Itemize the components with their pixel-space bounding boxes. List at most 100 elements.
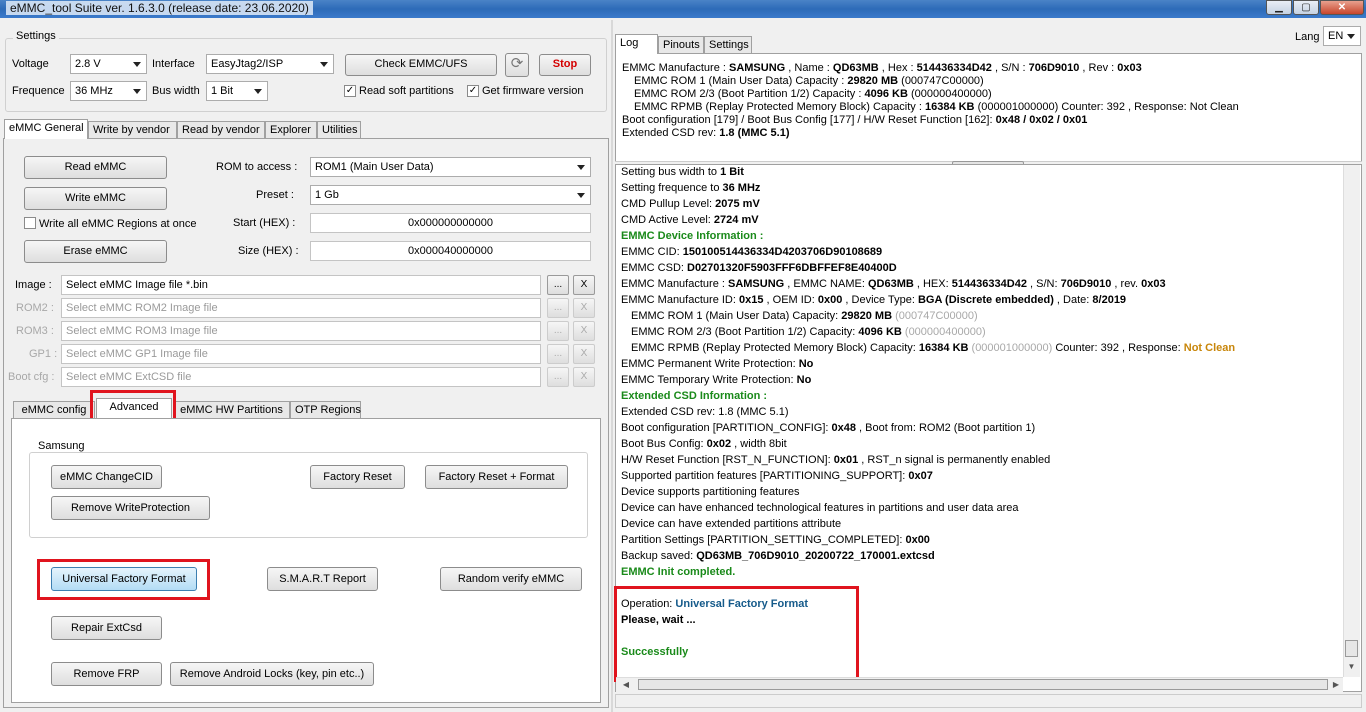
tab-explorer[interactable]: Explorer (265, 121, 317, 139)
factory-reset-button[interactable]: Factory Reset (310, 465, 405, 489)
frequency-label: Frequence (12, 85, 65, 97)
log-horizontal-scroll-thumb[interactable] (638, 679, 1328, 690)
bus-width-select[interactable]: 1 Bit (206, 81, 268, 101)
scroll-right-icon[interactable]: ▶ (1330, 678, 1342, 691)
tab-utilities[interactable]: Utilities (317, 121, 361, 139)
size-hex-label: Size (HEX) : (238, 245, 299, 257)
rom2-browse-button[interactable]: ... (547, 298, 569, 318)
rom-to-access-label: ROM to access : (216, 161, 298, 173)
tab-otp-regions[interactable]: OTP Regions (290, 401, 361, 419)
stop-button[interactable]: Stop (539, 54, 591, 76)
interface-select[interactable]: EasyJtag2/ISP (206, 54, 334, 74)
smart-report-button[interactable]: S.M.A.R.T Report (267, 567, 378, 591)
log-section-device-info: EMMC Device Information : (621, 230, 764, 242)
tab-emmc-general[interactable]: eMMC General (4, 119, 88, 139)
repair-extcsd-button[interactable]: Repair ExtCsd (51, 616, 162, 640)
image-browse-button[interactable]: ... (547, 275, 569, 295)
samsung-group-label: Samsung (35, 440, 88, 452)
bus-width-label: Bus width (152, 85, 200, 97)
tab-write-by-vendor[interactable]: Write by vendor (88, 121, 177, 139)
summary-line-rom1: EMMC ROM 1 (Main User Data) Capacity : 2… (634, 75, 984, 87)
summary-line-rom23: EMMC ROM 2/3 (Boot Partition 1/2) Capaci… (634, 88, 992, 100)
rom2-clear-button[interactable]: X (573, 298, 595, 318)
preset-label: Preset : (256, 189, 294, 201)
close-icon[interactable]: ✕ (1320, 0, 1364, 15)
tab-settings[interactable]: Settings (704, 36, 752, 54)
rom2-file-input[interactable]: Select eMMC ROM2 Image file (61, 298, 541, 318)
log-line: Device supports partitioning features (621, 486, 800, 498)
boot-cfg-file-input[interactable]: Select eMMC ExtCSD file (61, 367, 541, 387)
size-hex-input[interactable]: 0x000040000000 (310, 241, 591, 261)
summary-line-extcsd: Extended CSD rev: 1.8 (MMC 5.1) (622, 127, 790, 139)
log-line: EMMC ROM 1 (Main User Data) Capacity: 29… (631, 310, 978, 322)
tab-log[interactable]: Log (615, 34, 658, 54)
maximize-icon[interactable]: ▢ (1293, 0, 1319, 15)
log-line: EMMC CSD: D02701320F5903FFF6DBFFEF8E4040… (621, 262, 897, 274)
remove-frp-button[interactable]: Remove FRP (51, 662, 162, 686)
read-soft-partitions-checkbox[interactable]: ✓ (344, 85, 356, 97)
minimize-icon[interactable]: ▁ (1266, 0, 1292, 15)
erase-emmc-button[interactable]: Erase eMMC (24, 240, 167, 263)
boot-cfg-browse-button[interactable]: ... (547, 367, 569, 387)
summary-text: EMMC Manufacture : SAMSUNG , Name : QD63… (622, 62, 1342, 140)
refresh-icon[interactable]: ⟳ (505, 53, 529, 77)
window-title: eMMC_tool Suite ver. 1.6.3.0 (release da… (6, 1, 313, 15)
log-vertical-scrollbar[interactable] (1343, 165, 1360, 677)
gp1-label: GP1 : (29, 348, 58, 360)
remove-android-locks-button[interactable]: Remove Android Locks (key, pin etc..) (170, 662, 374, 686)
tab-emmc-config[interactable]: eMMC config (13, 401, 95, 419)
scroll-down-icon[interactable]: ▼ (1345, 662, 1358, 674)
tab-pinouts[interactable]: Pinouts (658, 36, 704, 54)
gp1-clear-button[interactable]: X (573, 344, 595, 364)
log-line: Supported partition features [PARTITIONI… (621, 470, 933, 482)
tab-read-by-vendor[interactable]: Read by vendor (177, 121, 265, 139)
rom3-file-input[interactable]: Select eMMC ROM3 Image file (61, 321, 541, 341)
log-line: Partition Settings [PARTITION_SETTING_CO… (621, 534, 930, 546)
write-emmc-button[interactable]: Write eMMC (24, 187, 167, 210)
get-firmware-version-checkbox[interactable]: ✓ (467, 85, 479, 97)
check-emmc-button[interactable]: Check EMMC/UFS (345, 54, 497, 76)
log-line: Device can have enhanced technological f… (621, 502, 1019, 514)
start-hex-label: Start (HEX) : (233, 217, 296, 229)
start-hex-input[interactable]: 0x000000000000 (310, 213, 591, 233)
summary-line-boot: Boot configuration [179] / Boot Bus Conf… (622, 114, 1088, 126)
tab-emmc-hw-partitions[interactable]: eMMC HW Partitions (173, 401, 290, 419)
log-line: CMD Active Level: 2724 mV (621, 214, 759, 226)
read-emmc-button[interactable]: Read eMMC (24, 156, 167, 179)
summary-line-manufacture: EMMC Manufacture : SAMSUNG , Name : QD63… (622, 62, 1142, 74)
random-verify-button[interactable]: Random verify eMMC (440, 567, 582, 591)
log-vertical-scroll-thumb[interactable] (1345, 640, 1358, 657)
rom3-clear-button[interactable]: X (573, 321, 595, 341)
status-bar (615, 694, 1362, 708)
scroll-left-icon[interactable]: ◀ (620, 678, 632, 691)
splitter[interactable] (611, 20, 613, 712)
operation-result-highlight (614, 586, 859, 682)
log-line: Setting frequence to 36 MHz (621, 182, 761, 194)
voltage-select[interactable]: 2.8 V (70, 54, 147, 74)
remove-writeprotection-button[interactable]: Remove WriteProtection (51, 496, 210, 520)
log-line: EMMC Temporary Write Protection: No (621, 374, 812, 386)
image-file-input[interactable]: Select eMMC Image file *.bin (61, 275, 541, 295)
gp1-browse-button[interactable]: ... (547, 344, 569, 364)
rom2-label: ROM2 : (16, 302, 54, 314)
factory-reset-format-button[interactable]: Factory Reset + Format (425, 465, 568, 489)
log-line: Boot configuration [PARTITION_CONFIG]: 0… (621, 422, 1036, 434)
rom3-browse-button[interactable]: ... (547, 321, 569, 341)
rom3-label: ROM3 : (16, 325, 54, 337)
lang-select[interactable]: EN (1323, 26, 1361, 46)
boot-cfg-clear-button[interactable]: X (573, 367, 595, 387)
emmc-changecid-button[interactable]: eMMC ChangeCID (51, 465, 162, 489)
frequency-select[interactable]: 36 MHz (70, 81, 147, 101)
log-section-extcsd-info: Extended CSD Information : (621, 390, 768, 402)
gp1-file-input[interactable]: Select eMMC GP1 Image file (61, 344, 541, 364)
preset-select[interactable]: 1 Gb (310, 185, 591, 205)
tab-advanced[interactable]: Advanced (96, 398, 172, 418)
settings-group-label: Settings (13, 30, 59, 42)
read-soft-partitions-label: Read soft partitions (359, 85, 454, 97)
boot-cfg-label: Boot cfg : (8, 371, 55, 383)
voltage-label: Voltage (12, 58, 49, 70)
image-clear-button[interactable]: X (573, 275, 595, 295)
rom-to-access-select[interactable]: ROM1 (Main User Data) (310, 157, 591, 177)
write-all-regions-checkbox[interactable] (24, 217, 36, 229)
log-line: Device can have extended partitions attr… (621, 518, 842, 530)
